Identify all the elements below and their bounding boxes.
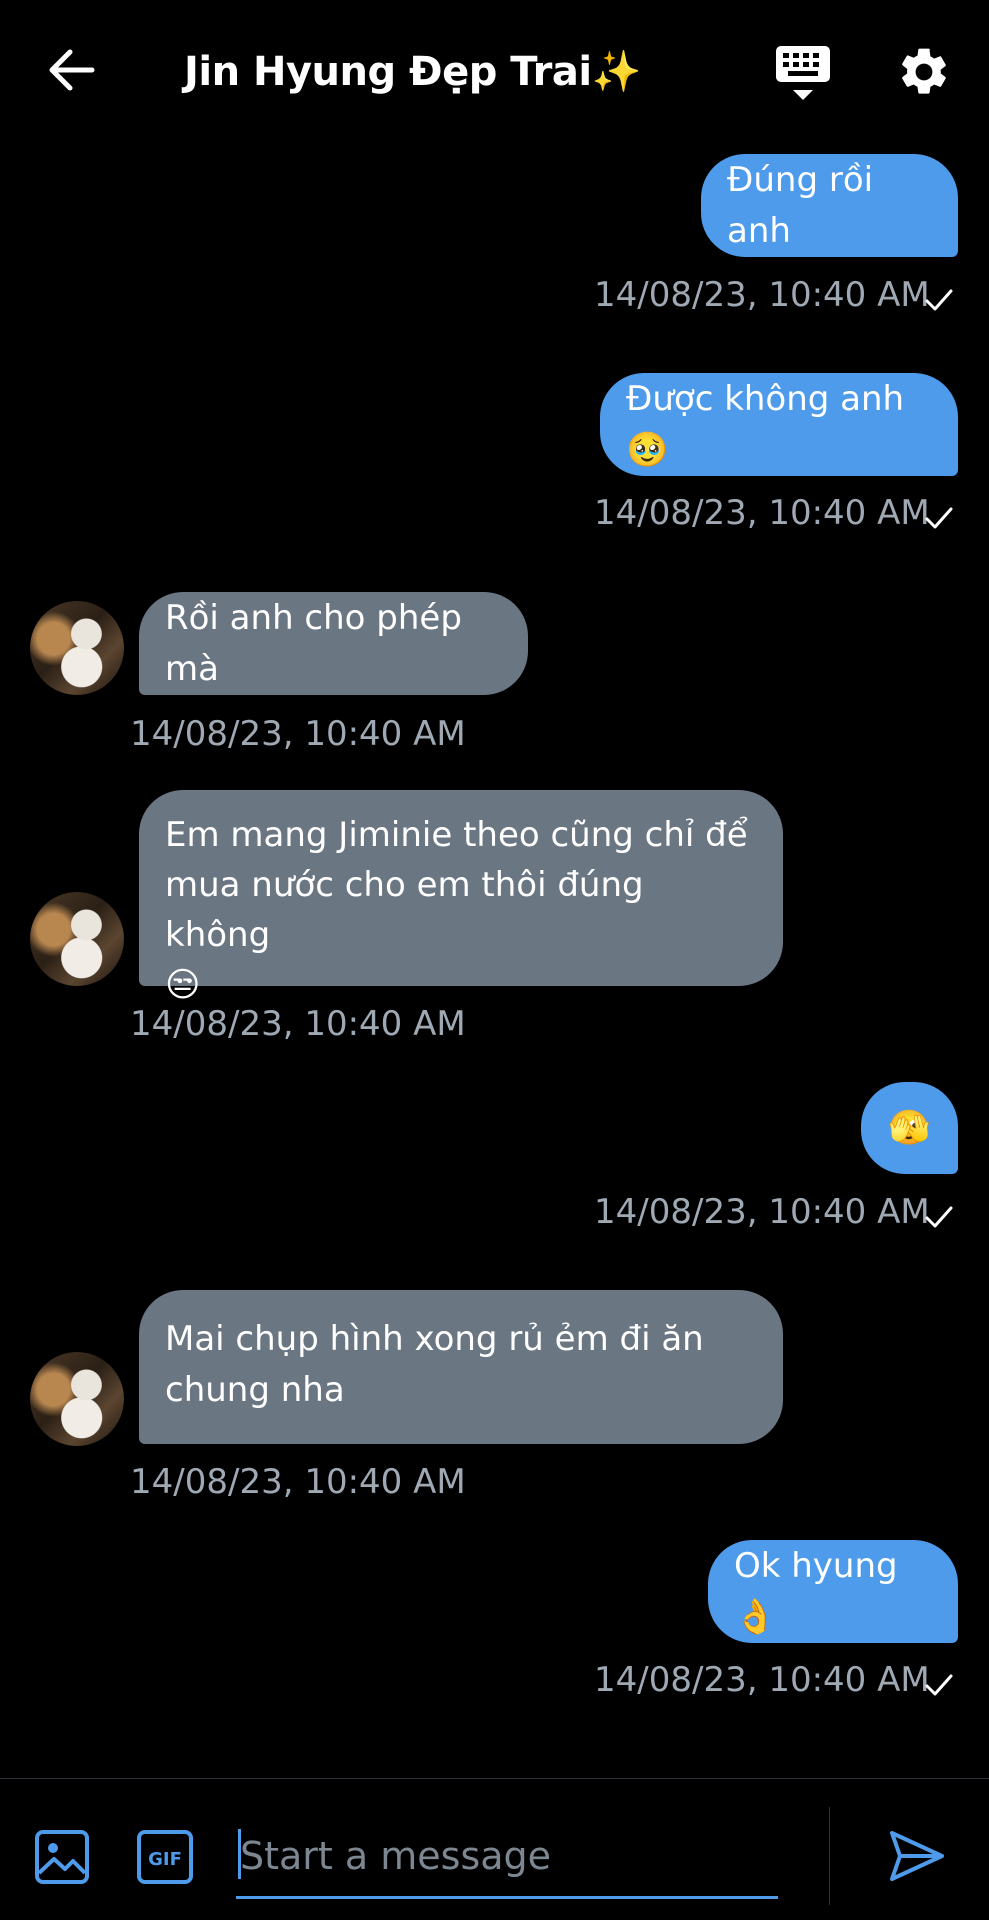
dm-conversation-screen: Jin Hyung Đẹp Trai✨ Đúng rồi anh 14/08/2… <box>0 0 989 1920</box>
contact-avatar[interactable] <box>30 1352 124 1446</box>
received-message-bubble[interactable]: Rồi anh cho phép mà <box>139 592 528 695</box>
conversation-header: Jin Hyung Đẹp Trai✨ <box>0 0 989 150</box>
message-text: Đúng rồi anh <box>727 159 874 251</box>
send-button[interactable] <box>886 1825 948 1887</box>
received-message-bubble[interactable]: Em mang Jiminie theo cũng chỉ để mua nướ… <box>139 790 783 1005</box>
sent-message-bubble[interactable]: 🫣 <box>861 1082 958 1174</box>
add-image-button[interactable] <box>34 1829 90 1885</box>
sent-check-icon <box>925 1674 953 1696</box>
message-timestamp: 14/08/23, 10:40 AM <box>594 493 930 533</box>
message-timestamp: 14/08/23, 10:40 AM <box>594 1660 930 1700</box>
received-message-bubble[interactable]: Mai chụp hình xong rủ ẻm đi ăn chung nha <box>139 1290 783 1444</box>
message-text: Mai chụp hình xong rủ ẻm đi ăn chung nha <box>165 1319 704 1410</box>
sent-check-icon <box>925 1206 953 1228</box>
sent-message-bubble[interactable]: Được không anh🥹 <box>600 373 958 476</box>
message-timestamp: 14/08/23, 10:40 AM <box>130 1004 466 1044</box>
sent-check-icon <box>925 507 953 529</box>
image-icon <box>35 1830 89 1884</box>
message-text: 🫣 <box>888 1107 931 1148</box>
contact-avatar[interactable] <box>30 892 124 986</box>
sent-message-bubble[interactable]: Đúng rồi anh <box>701 154 958 257</box>
message-text: Ok hyung👌 <box>734 1545 898 1637</box>
add-gif-button[interactable]: GIF <box>136 1829 194 1885</box>
gif-icon: GIF <box>137 1830 193 1884</box>
gear-icon <box>902 48 946 94</box>
keyboard-icon <box>776 46 830 100</box>
message-input[interactable] <box>236 1815 778 1899</box>
arrow-left-icon <box>49 49 95 91</box>
sent-message-bubble[interactable]: Ok hyung👌 <box>708 1540 958 1643</box>
message-text: Được không anh🥹 <box>626 378 905 470</box>
sent-check-icon <box>925 289 953 311</box>
message-composer: GIF <box>0 1778 989 1920</box>
text-caret <box>238 1829 241 1879</box>
back-button[interactable] <box>42 40 102 100</box>
keyboard-button[interactable] <box>774 44 834 104</box>
composer-divider <box>829 1807 830 1905</box>
contact-avatar[interactable] <box>30 601 124 695</box>
gif-label: GIF <box>148 1849 182 1870</box>
send-icon <box>890 1831 944 1881</box>
message-timestamp: 14/08/23, 10:40 AM <box>130 1462 466 1502</box>
message-text: Em mang Jiminie theo cũng chỉ để mua nướ… <box>165 815 748 1005</box>
message-timestamp: 14/08/23, 10:40 AM <box>594 275 930 315</box>
message-timestamp: 14/08/23, 10:40 AM <box>594 1192 930 1232</box>
settings-button[interactable] <box>896 44 956 104</box>
message-text: Rồi anh cho phép mà <box>165 597 462 689</box>
message-timestamp: 14/08/23, 10:40 AM <box>130 714 466 754</box>
conversation-title[interactable]: Jin Hyung Đẹp Trai✨ <box>184 48 641 95</box>
